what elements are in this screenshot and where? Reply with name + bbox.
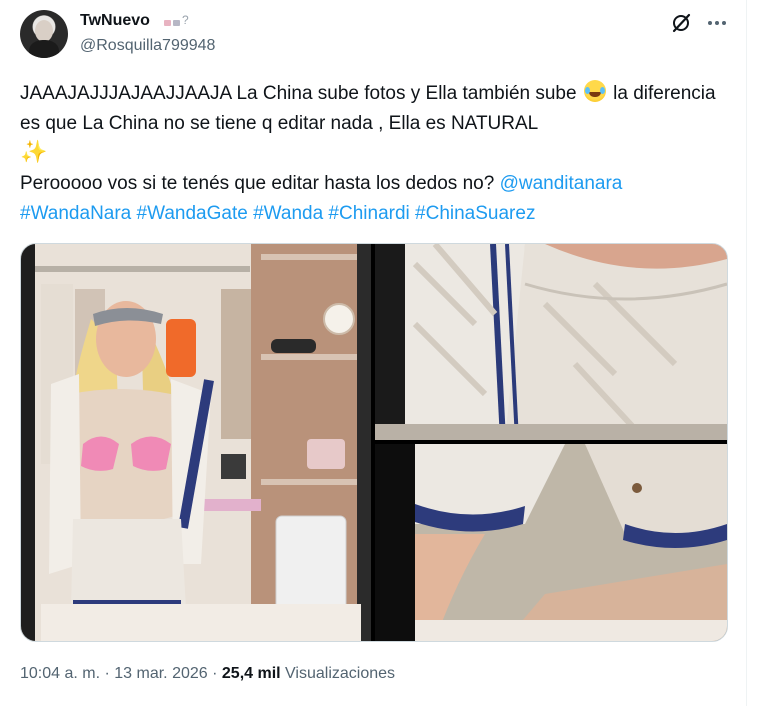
views-label: Visualizaciones — [285, 665, 396, 682]
mention-link[interactable]: @wanditanara — [500, 173, 623, 194]
grok-icon[interactable] — [670, 12, 692, 34]
display-name[interactable]: TwNuevo — [80, 12, 150, 30]
photo-right-top[interactable] — [375, 244, 727, 440]
meta-separator: · — [100, 665, 115, 682]
tweet-date[interactable]: 13 mar. 2026 — [114, 665, 207, 682]
tweet-text-part-1: JAAAJAJJJAJAAJJAAJA La China sube fotos … — [20, 83, 577, 104]
tweet-header: TwNuevo ? @Rosquilla799948 — [20, 10, 730, 62]
avatar-face — [35, 20, 53, 42]
photo-left[interactable] — [21, 244, 371, 641]
hashtag-link[interactable]: #WandaGate — [137, 203, 248, 224]
mirror-selfie-photo — [21, 244, 371, 641]
laughing-tears-emoji-icon — [583, 80, 606, 102]
hashtag-link[interactable]: #Wanda — [253, 203, 323, 224]
user-handle[interactable]: @Rosquilla799948 — [80, 37, 215, 55]
avatar-body — [29, 40, 59, 58]
zoomed-detail-photo-1 — [375, 244, 727, 440]
sparkles-emoji-icon: ✨ — [20, 139, 48, 164]
photo-right-bottom[interactable] — [375, 444, 727, 641]
tweet-text-part-3: Perooooo vos si te tenés que editar hast… — [20, 173, 495, 194]
name-emoji-icon: ? — [164, 14, 189, 26]
hashtag-link[interactable]: #WandaNara — [20, 203, 131, 224]
avatar[interactable] — [20, 10, 68, 58]
views-count: 25,4 mil — [221, 665, 281, 682]
meta-separator: · — [207, 665, 222, 682]
zoomed-detail-photo-2 — [375, 444, 727, 641]
tweet-meta: 10:04 a. m. · 13 mar. 2026 · 25,4 mil Vi… — [20, 665, 395, 683]
hashtag-link[interactable]: #ChinaSuarez — [415, 203, 535, 224]
tweet-text: JAAAJAJJJAJAAJJAAJA La China sube fotos … — [20, 79, 726, 229]
media-grid — [20, 243, 728, 642]
hashtag-link[interactable]: #Chinardi — [328, 203, 409, 224]
tweet-time[interactable]: 10:04 a. m. — [20, 665, 100, 682]
column-divider — [746, 0, 747, 706]
more-options-icon[interactable] — [706, 12, 728, 34]
